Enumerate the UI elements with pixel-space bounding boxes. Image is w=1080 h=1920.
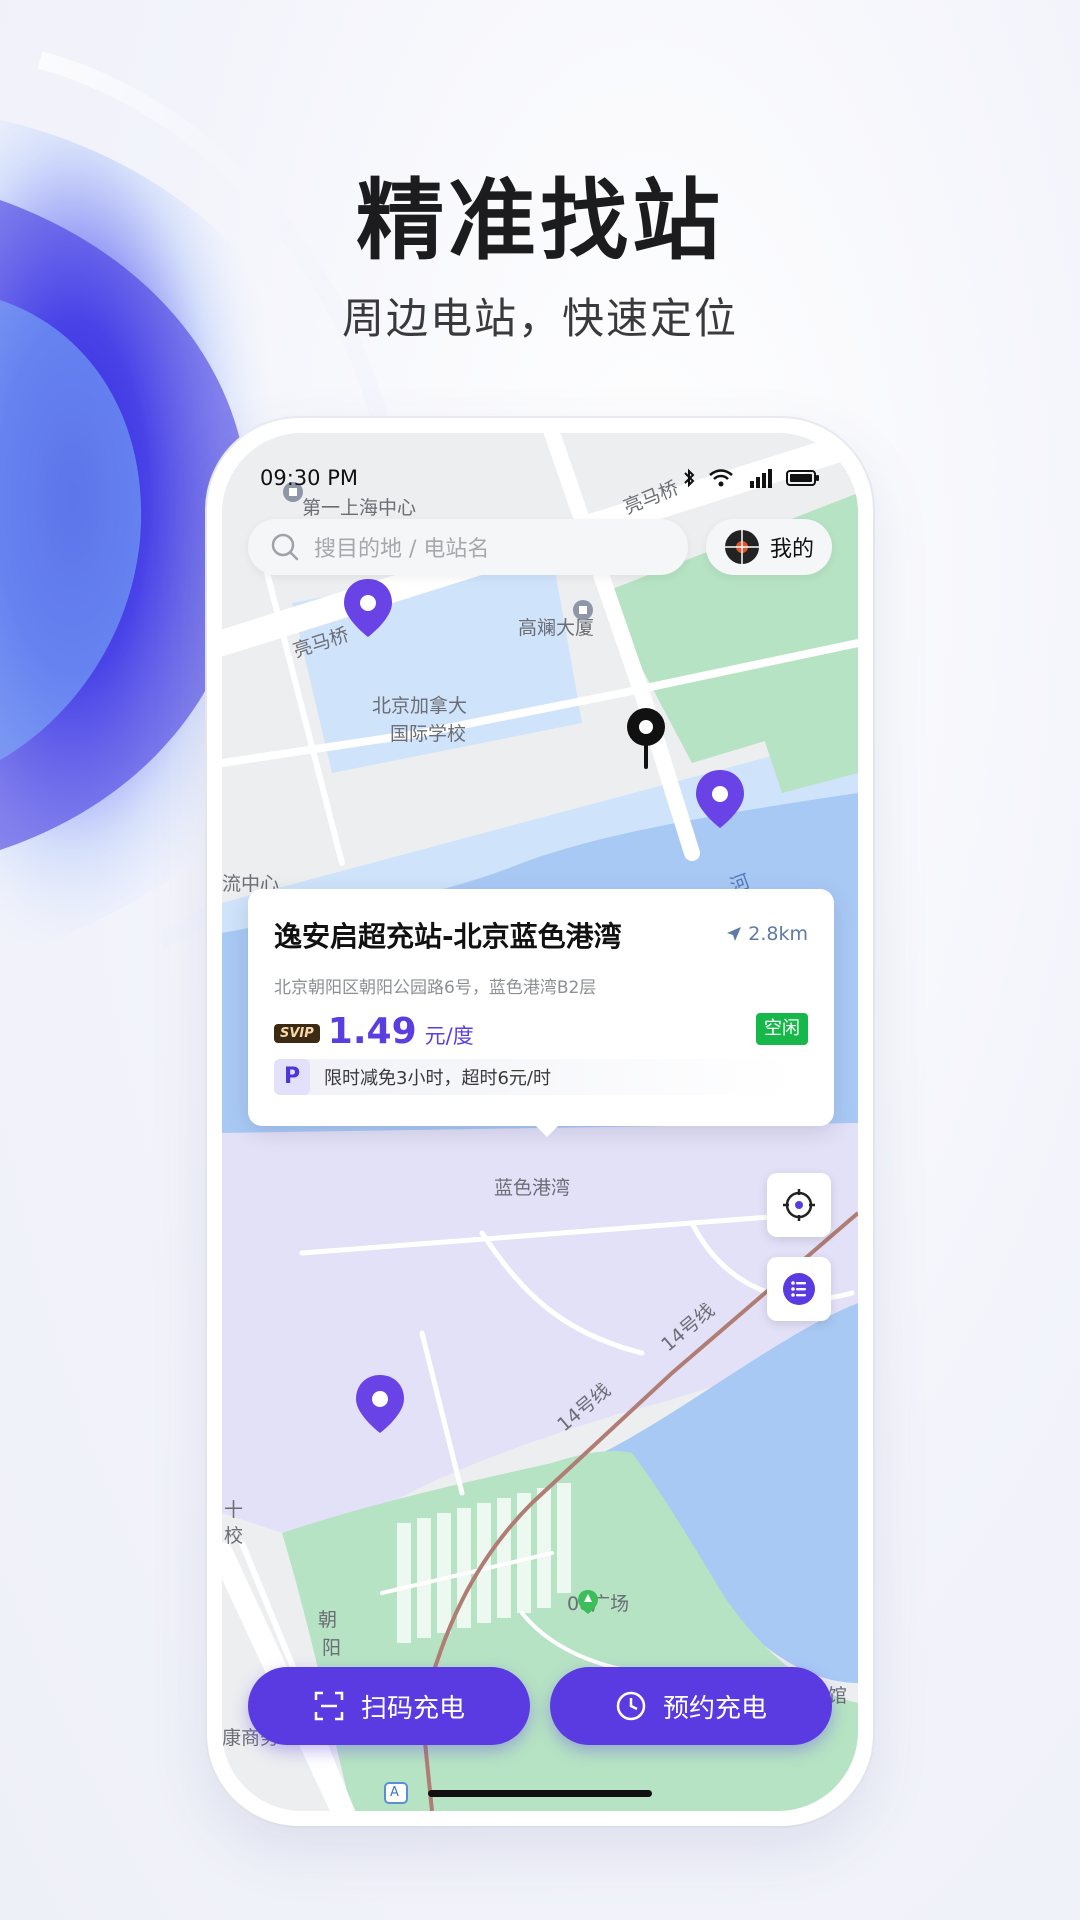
- hero-title: 精准找站: [355, 169, 724, 272]
- locate-button[interactable]: [767, 1173, 831, 1237]
- search-icon: [271, 533, 299, 561]
- map-label-canada-school-2: 国际学校: [390, 723, 467, 745]
- wifi-icon: [709, 469, 733, 487]
- scan-icon: [314, 1691, 344, 1721]
- parking-info: P 限时减免3小时，超时6元/时: [274, 1059, 794, 1095]
- station-address: 北京朝阳区朝阳公园路6号，蓝色港湾B2层: [274, 978, 597, 998]
- station-distance-value: 2.8km: [748, 923, 808, 945]
- map-label-shanghai-center: 第一上海中心: [302, 497, 417, 519]
- price-row: SVIP 1.49 元/度: [274, 1011, 474, 1052]
- phone-screen: 第一上海中心 亮马桥 亮马桥 高斓大厦 北京加拿大 国际学校 流中心 河 蓝色港…: [222, 433, 858, 1811]
- poi-building-icon: [573, 600, 593, 620]
- list-view-button[interactable]: [767, 1257, 831, 1321]
- battery-icon: [786, 470, 819, 486]
- metro-station-icon: A: [390, 1785, 399, 1800]
- clock-icon: [616, 1691, 646, 1721]
- avatar: [725, 530, 759, 564]
- station-card[interactable]: 逸安启超充站-北京蓝色港湾 2.8km 北京朝阳区朝阳公园路6号，蓝色港湾B2层…: [248, 889, 834, 1126]
- price-value: 1.49: [327, 1011, 417, 1052]
- reserve-charge-button[interactable]: 预约充电: [550, 1667, 832, 1745]
- map-label-blue-harbor: 蓝色港湾: [494, 1177, 571, 1199]
- bluetooth-icon: [684, 468, 695, 488]
- status-time: 09:30 PM: [260, 466, 358, 490]
- home-indicator[interactable]: [428, 1790, 652, 1797]
- 5g-signal-icon: [750, 469, 772, 488]
- reserve-charge-label: 预约充电: [662, 1693, 767, 1724]
- location-marker-icon: [627, 708, 665, 769]
- station-name: 逸安启超充站-北京蓝色港湾: [274, 920, 622, 953]
- poi-park-icon: [578, 1590, 598, 1614]
- navigation-arrow-icon: [727, 927, 742, 941]
- station-pin-icon[interactable]: [352, 1373, 408, 1437]
- parking-icon: P: [274, 1059, 310, 1095]
- card-pointer: [535, 1125, 559, 1137]
- hero-subtitle: 周边电站，快速定位: [341, 294, 738, 343]
- scan-charge-label: 扫码充电: [360, 1693, 465, 1724]
- map-label-school-2: 校: [224, 1525, 244, 1547]
- svip-badge: SVIP: [274, 1024, 320, 1043]
- status-badge: 空闲: [756, 1013, 808, 1045]
- station-distance: 2.8km: [726, 923, 808, 945]
- map-label-chaoyang-2: 阳: [322, 1637, 342, 1659]
- station-pin-icon[interactable]: [692, 768, 748, 832]
- map-label-canada-school-1: 北京加拿大: [372, 695, 468, 717]
- list-icon: [783, 1273, 815, 1305]
- mine-button-label: 我的: [770, 537, 815, 562]
- search-input[interactable]: 搜目的地 / 电站名: [314, 531, 489, 563]
- station-pin-icon[interactable]: [340, 577, 396, 641]
- status-bar: 09:30 PM: [260, 461, 820, 495]
- locate-icon: [783, 1189, 815, 1221]
- parking-text: 限时减免3小时，超时6元/时: [324, 1068, 551, 1089]
- map-label-chaoyang-1: 朝: [318, 1609, 338, 1631]
- price-unit: 元/度: [424, 1024, 474, 1048]
- search-bar[interactable]: 搜目的地 / 电站名: [248, 519, 688, 575]
- scan-charge-button[interactable]: 扫码充电: [248, 1667, 530, 1745]
- mine-button[interactable]: 我的: [706, 519, 832, 575]
- map-label-school-1: 十: [224, 1499, 244, 1521]
